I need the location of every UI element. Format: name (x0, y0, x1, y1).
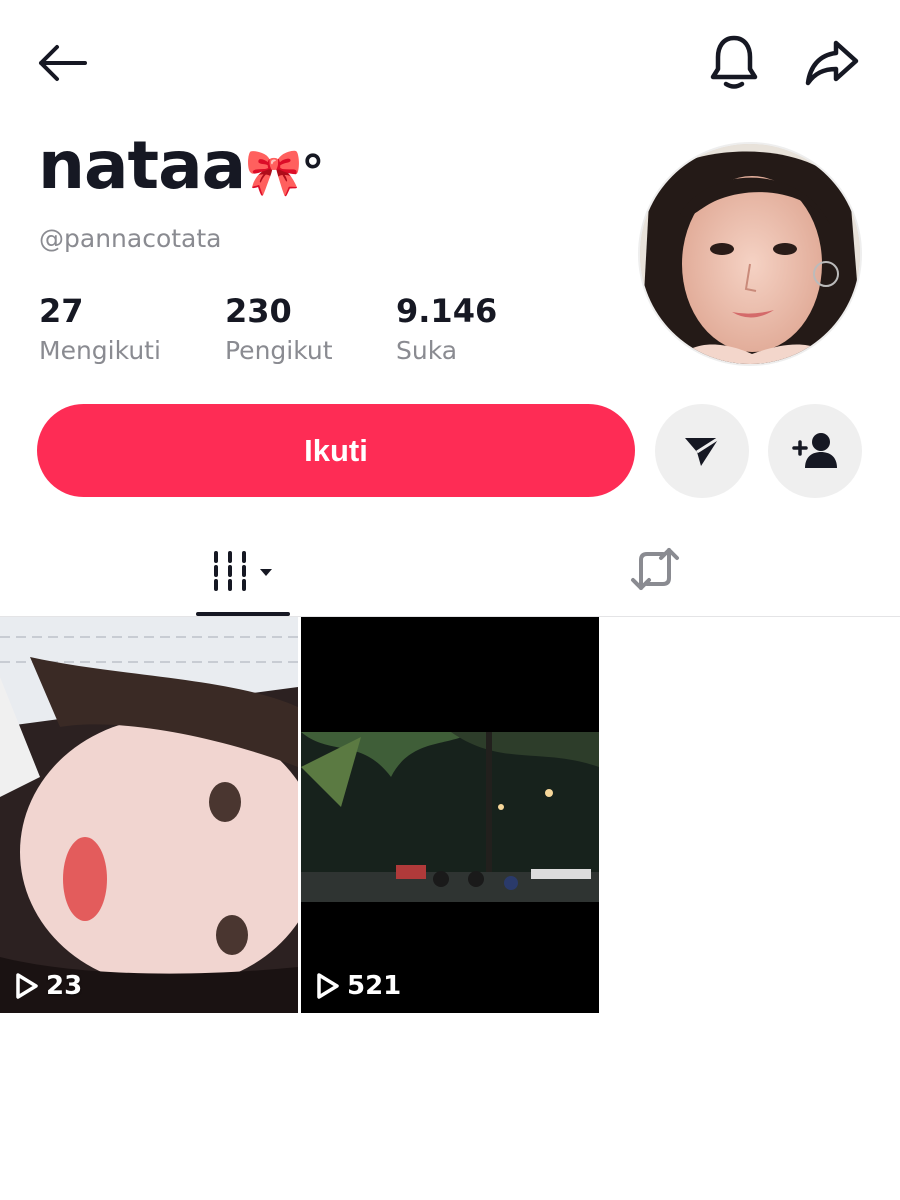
message-button[interactable] (655, 404, 749, 498)
avatar[interactable] (638, 142, 862, 366)
active-tab-indicator (196, 612, 290, 616)
view-count-value: 23 (46, 971, 83, 1001)
stat-followers[interactable]: 230 Pengikut (225, 292, 333, 365)
stat-label: Pengikut (225, 336, 333, 366)
video-thumbnail-image (301, 617, 599, 1013)
display-name-emoji: 🎀° (245, 145, 324, 199)
display-name: nataa🎀° (38, 127, 324, 204)
stat-likes[interactable]: 9.146 Suka (396, 292, 497, 365)
view-count-value: 521 (347, 971, 402, 1001)
follow-button[interactable]: Ikuti (37, 404, 635, 497)
stat-value: 230 (225, 292, 292, 330)
bell-icon (710, 35, 758, 89)
top-bar (0, 0, 900, 120)
tab-videos[interactable] (196, 520, 290, 617)
add-user-icon (792, 433, 837, 468)
stat-label: Mengikuti (39, 336, 161, 366)
content-tabs (0, 520, 900, 617)
stat-label: Suka (396, 336, 458, 366)
view-count: 521 (315, 971, 401, 1001)
share-button[interactable] (800, 34, 864, 92)
view-count: 23 (14, 971, 82, 1001)
grid-icon (214, 550, 272, 591)
stat-following[interactable]: 27 Mengikuti (39, 292, 161, 365)
share-icon (805, 40, 859, 86)
video-thumbnail-image (0, 617, 298, 1013)
back-button[interactable] (30, 36, 94, 90)
avatar-photo (640, 144, 860, 364)
play-icon (16, 973, 38, 999)
display-name-text: nataa (38, 127, 246, 204)
video-thumbnail[interactable]: 521 (301, 617, 599, 1013)
stat-value: 27 (39, 292, 84, 330)
video-thumbnail[interactable]: 23 (0, 617, 298, 1013)
repost-icon (631, 547, 679, 590)
notifications-button[interactable] (702, 30, 766, 94)
stat-value: 9.146 (396, 292, 498, 330)
arrow-left-icon (39, 45, 87, 81)
send-icon (685, 436, 720, 466)
username: @pannacotata (39, 224, 222, 253)
add-friend-button[interactable] (768, 404, 862, 498)
tab-reposts[interactable] (608, 520, 702, 617)
play-icon (317, 973, 339, 999)
